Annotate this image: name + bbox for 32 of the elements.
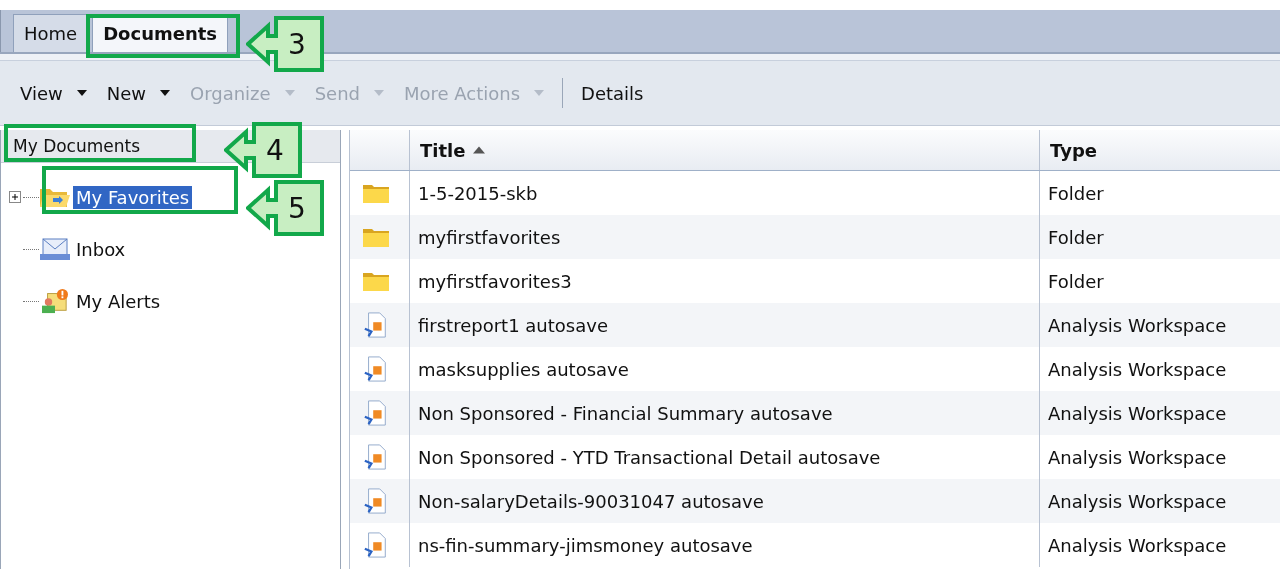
table-cell-text: Analysis Workspace (1047, 533, 1228, 558)
table-cell-text: Analysis Workspace (1047, 489, 1228, 514)
table-cell-text: Folder (1047, 225, 1105, 250)
table-cell: ns-fin-summary-jimsmoney autosave (410, 523, 1040, 567)
toolbar-menu-button[interactable]: View (12, 78, 95, 108)
tree-item[interactable]: My Alerts (73, 289, 164, 313)
caret-icon (373, 90, 384, 96)
tab[interactable]: Home (13, 14, 89, 52)
table-cell-text: Folder (1047, 181, 1105, 206)
callout-number: 4 (266, 134, 284, 167)
callout-number: 5 (288, 192, 306, 225)
table-cell-text: Analysis Workspace (1047, 401, 1228, 426)
table-cell-text: Analysis Workspace (1047, 313, 1228, 338)
sort-arrow-icon (473, 146, 486, 154)
panel-title: My Documents (13, 136, 141, 156)
alert-person-icon (39, 288, 71, 314)
caret-icon (284, 90, 295, 96)
column-header[interactable]: Type (1040, 130, 1280, 170)
tree-item[interactable]: Inbox (73, 237, 129, 261)
caret-icon (76, 90, 87, 96)
table-cell-text: Analysis Workspace (1047, 445, 1228, 470)
envelope-icon (39, 236, 71, 262)
details-button[interactable]: Details (573, 78, 652, 108)
caret-icon (160, 90, 170, 96)
toolbar-menu-button[interactable]: New (98, 78, 178, 108)
callout-number: 3 (288, 28, 306, 61)
caret-icon (534, 90, 545, 96)
table-cell-text: Analysis Workspace (1047, 357, 1228, 382)
column-header[interactable]: Title (410, 130, 1040, 170)
expand-toggle[interactable] (9, 191, 23, 203)
table-cell-text: Folder (1047, 269, 1105, 294)
tree-item[interactable]: My Favorites (73, 185, 193, 209)
